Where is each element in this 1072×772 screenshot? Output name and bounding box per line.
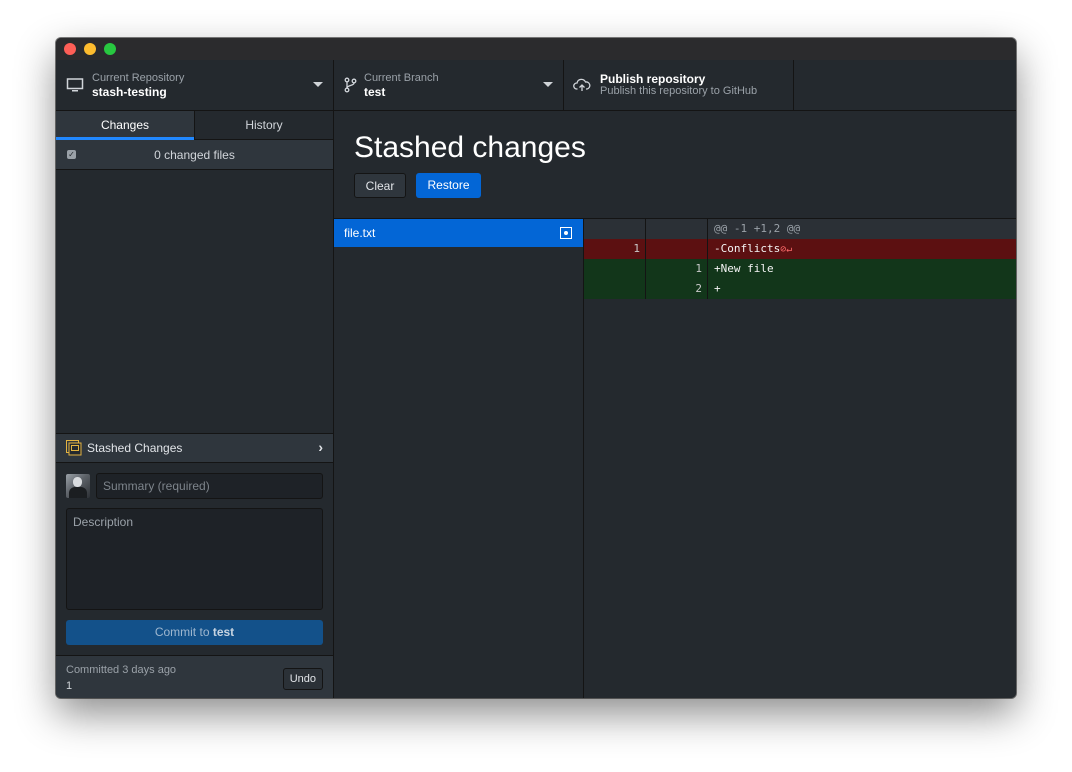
stash-icon <box>66 440 82 456</box>
page-title: Stashed changes <box>354 131 586 164</box>
last-commit-footer: Committed 3 days ago 1 Undo <box>56 655 333 698</box>
app-window: Current Repository stash-testing Current… <box>56 38 1016 698</box>
branch-name: test <box>364 85 386 99</box>
changed-files-header: ✓ 0 changed files <box>56 140 333 170</box>
list-item[interactable]: file.txt <box>334 219 583 247</box>
diff-line-added[interactable]: 2 + <box>584 279 1016 299</box>
diff-line-deleted[interactable]: 1 -Conflicts⊘↵ <box>584 239 1016 259</box>
avatar <box>66 474 90 498</box>
tab-history[interactable]: History <box>195 111 333 139</box>
zoom-window-button[interactable] <box>104 43 116 55</box>
title-bar <box>56 38 1016 61</box>
no-newline-icon: ⊘↵ <box>780 244 793 255</box>
modified-status-icon <box>560 227 572 239</box>
main-panel: Stashed changes Clear Restore file.txt @… <box>334 111 1016 698</box>
undo-button[interactable]: Undo <box>282 668 323 690</box>
chevron-down-icon <box>543 82 553 87</box>
diff-view: @@ -1 +1,2 @@ 1 -Conflicts⊘↵ 1 +New file… <box>584 218 1016 698</box>
description-field[interactable] <box>66 508 323 610</box>
new-line-number: 1 <box>646 259 708 279</box>
computer-icon <box>66 78 84 92</box>
restore-button[interactable]: Restore <box>416 173 481 198</box>
sidebar: Changes History ✓ 0 changed files Stashe… <box>56 111 334 698</box>
repository-name: stash-testing <box>92 85 167 99</box>
repository-selector[interactable]: Current Repository stash-testing <box>56 60 334 110</box>
publish-repository-button[interactable]: Publish repository Publish this reposito… <box>564 60 794 110</box>
minimize-window-button[interactable] <box>84 43 96 55</box>
publish-description: Publish this repository to GitHub <box>600 85 758 97</box>
publish-title: Publish repository <box>600 72 706 86</box>
new-line-number: 2 <box>646 279 708 299</box>
chevron-right-icon: › <box>318 439 323 455</box>
commit-prefix: Commit to <box>154 625 213 639</box>
last-commit-summary: 1 <box>66 680 73 692</box>
last-commit-time: Committed 3 days ago <box>66 664 177 676</box>
branch-selector[interactable]: Current Branch test <box>334 60 564 110</box>
commit-button[interactable]: Commit to test <box>66 620 323 645</box>
chevron-down-icon <box>313 82 323 87</box>
close-window-button[interactable] <box>64 43 76 55</box>
branch-label: Current Branch <box>364 72 439 84</box>
diff-line-text: +New file <box>714 262 774 275</box>
changed-files-count: 0 changed files <box>154 148 235 162</box>
diff-line-text: + <box>714 282 721 295</box>
stashed-changes-label: Stashed Changes <box>87 441 183 455</box>
old-line-number <box>584 259 646 279</box>
tab-changes[interactable]: Changes <box>56 111 194 140</box>
branch-icon <box>344 77 357 93</box>
diff-line-added[interactable]: 1 +New file <box>584 259 1016 279</box>
clear-button[interactable]: Clear <box>354 173 406 198</box>
diff-hunk-header: @@ -1 +1,2 @@ <box>584 219 1016 239</box>
cloud-upload-icon <box>573 78 591 91</box>
diff-line-text: -Conflicts <box>714 242 781 255</box>
file-name: file.txt <box>344 226 376 240</box>
toolbar: Current Repository stash-testing Current… <box>56 60 1016 111</box>
new-line-number <box>646 239 708 259</box>
commit-branch: test <box>212 625 235 639</box>
old-line-number <box>584 279 646 299</box>
stashed-file-list: file.txt <box>334 218 584 698</box>
hunk-text: @@ -1 +1,2 @@ <box>714 222 801 235</box>
stashed-changes-button[interactable]: Stashed Changes › <box>56 433 333 463</box>
old-line-number: 1 <box>584 239 646 259</box>
summary-input[interactable] <box>96 473 323 499</box>
sidebar-tabs: Changes History <box>56 111 333 140</box>
repository-label: Current Repository <box>92 72 185 84</box>
